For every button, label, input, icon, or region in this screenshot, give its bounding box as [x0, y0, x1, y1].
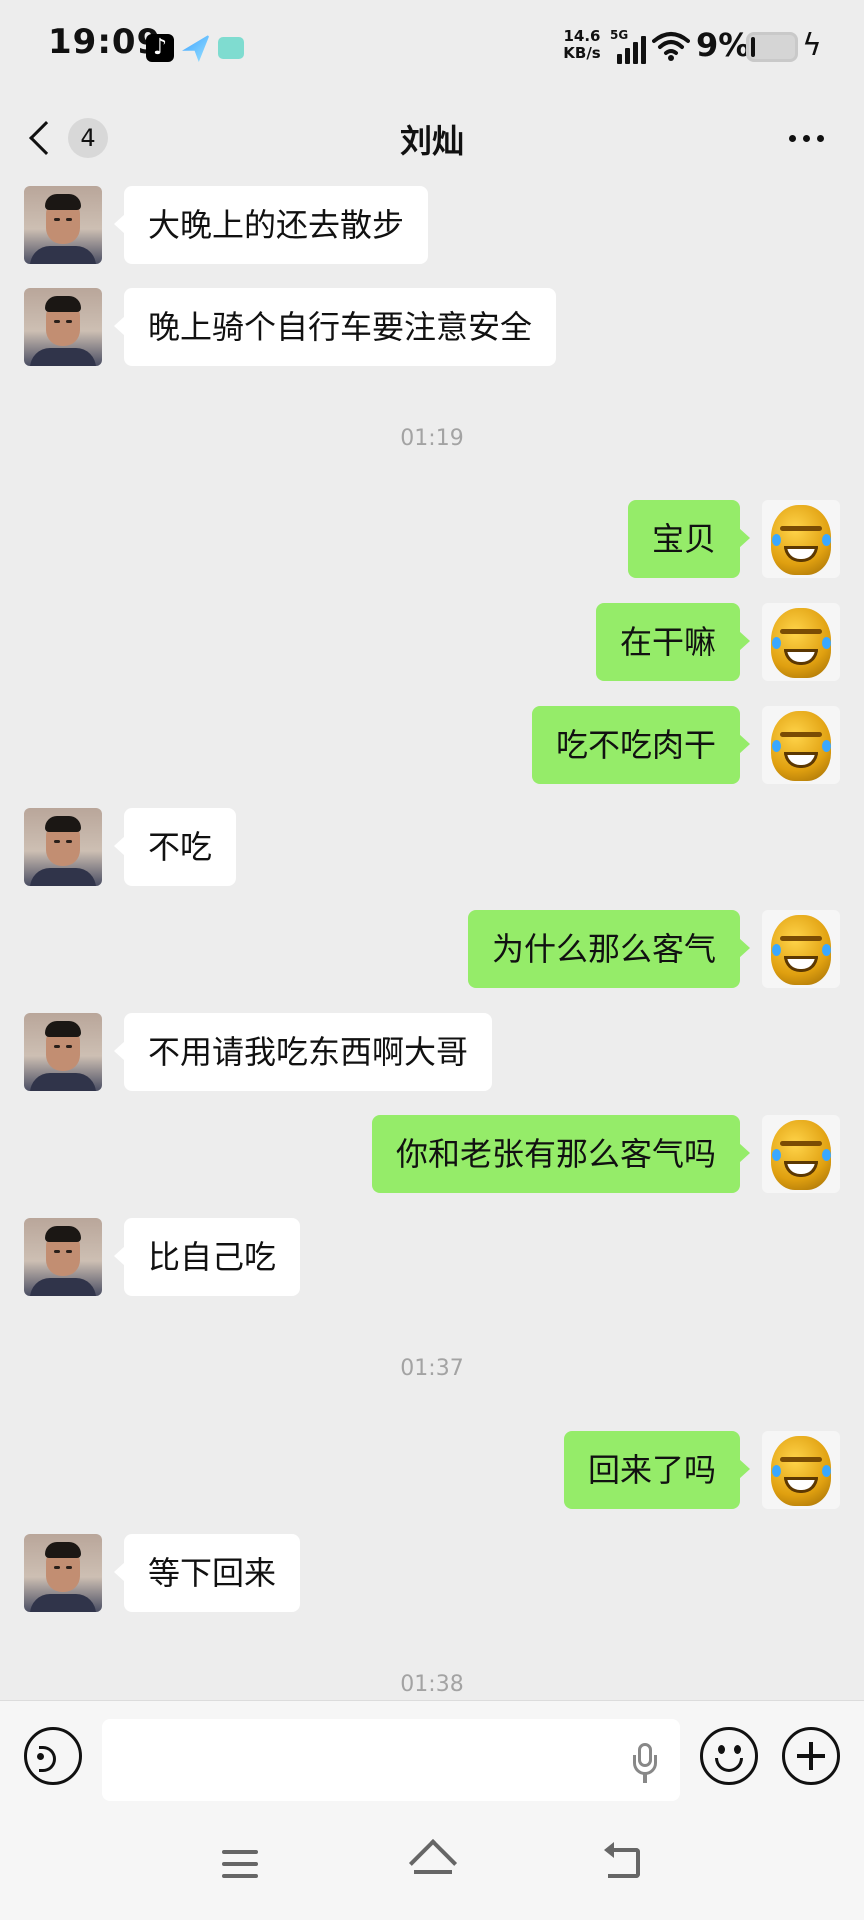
incoming-message: 不吃 [0, 808, 864, 888]
contact-avatar[interactable] [24, 808, 102, 886]
emoji-button[interactable] [700, 1727, 758, 1785]
message-bubble[interactable]: 为什么那么客气 [467, 910, 751, 988]
message-bubble[interactable]: 吃不吃肉干 [531, 706, 751, 784]
contact-avatar[interactable] [24, 1013, 102, 1091]
message-bubble[interactable]: 比自己吃 [113, 1218, 301, 1296]
my-avatar[interactable] [762, 1115, 840, 1193]
message-bubble[interactable]: 晚上骑个自行车要注意安全 [113, 288, 557, 366]
message-list[interactable]: 大晚上的还去散步晚上骑个自行车要注意安全 01:19 宝贝在干嘛吃不吃肉干不吃为什么… [0, 0, 864, 1700]
incoming-message: 大晚上的还去散步 [0, 186, 864, 266]
contact-avatar[interactable] [24, 288, 102, 366]
message-bubble[interactable]: 大晚上的还去散步 [113, 186, 429, 264]
back-icon[interactable] [604, 1842, 644, 1884]
message-timestamp: 01:38 [400, 1672, 464, 1697]
incoming-message: 晚上骑个自行车要注意安全 [0, 288, 864, 368]
home-icon[interactable] [408, 1838, 458, 1888]
incoming-message: 不用请我吃东西啊大哥 [0, 1013, 864, 1093]
message-timestamp: 01:19 [400, 426, 464, 451]
system-nav-bar [0, 1810, 864, 1920]
my-avatar[interactable] [762, 910, 840, 988]
my-avatar[interactable] [762, 500, 840, 578]
message-bubble[interactable]: 等下回来 [113, 1534, 301, 1612]
menu-icon[interactable] [222, 1850, 258, 1880]
microphone-icon[interactable] [630, 1743, 660, 1785]
message-timestamp: 01:37 [400, 1356, 464, 1381]
input-bar [0, 1700, 864, 1810]
message-bubble[interactable]: 不吃 [113, 808, 237, 886]
my-avatar[interactable] [762, 603, 840, 681]
outgoing-message: 吃不吃肉干 [0, 706, 864, 786]
outgoing-message: 宝贝 [0, 500, 864, 580]
message-input[interactable] [102, 1719, 680, 1801]
outgoing-message: 回来了吗 [0, 1431, 864, 1511]
incoming-message: 比自己吃 [0, 1218, 864, 1298]
voice-button[interactable] [24, 1727, 82, 1785]
contact-avatar[interactable] [24, 1218, 102, 1296]
my-avatar[interactable] [762, 706, 840, 784]
outgoing-message: 在干嘛 [0, 603, 864, 683]
my-avatar[interactable] [762, 1431, 840, 1509]
message-bubble[interactable]: 在干嘛 [595, 603, 751, 681]
outgoing-message: 你和老张有那么客气吗 [0, 1115, 864, 1195]
message-bubble[interactable]: 你和老张有那么客气吗 [371, 1115, 751, 1193]
message-bubble[interactable]: 不用请我吃东西啊大哥 [113, 1013, 493, 1091]
message-bubble[interactable]: 宝贝 [627, 500, 751, 578]
incoming-message: 等下回来 [0, 1534, 864, 1614]
contact-avatar[interactable] [24, 1534, 102, 1612]
plus-button[interactable] [782, 1727, 840, 1785]
outgoing-message: 为什么那么客气 [0, 910, 864, 990]
message-bubble[interactable]: 回来了吗 [563, 1431, 751, 1509]
contact-avatar[interactable] [24, 186, 102, 264]
